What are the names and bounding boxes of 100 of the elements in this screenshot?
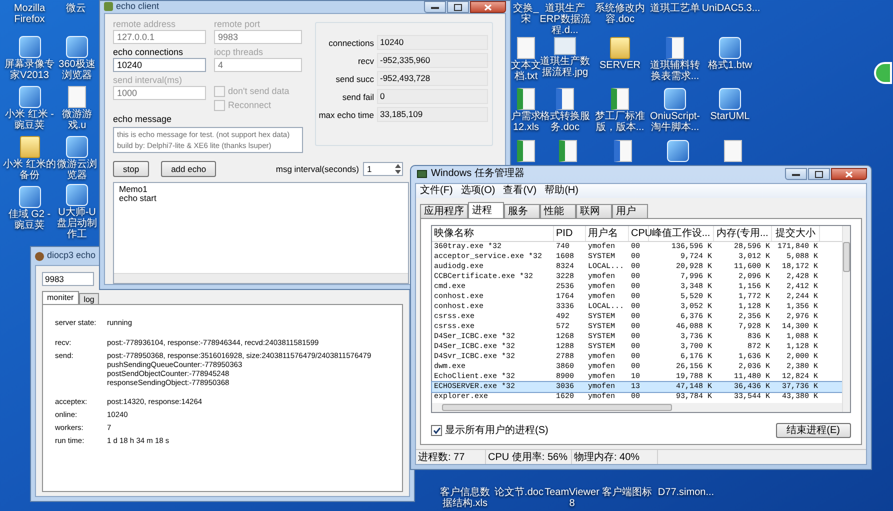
menu-item[interactable]: 文件(F) <box>420 185 453 197</box>
menu-item[interactable]: 查看(V) <box>503 185 537 197</box>
status-text: 物理内存: 40% <box>572 450 658 464</box>
spreadsheet-icon[interactable] <box>559 140 577 162</box>
column-header[interactable]: 内存(专用... <box>714 226 772 241</box>
scrollbar-thumb[interactable] <box>442 404 672 411</box>
desktop-icon-label[interactable]: 道琪工艺单 <box>650 3 700 14</box>
desktop-icon-label[interactable]: 微游游戏.u <box>57 109 97 131</box>
desktop-icon-label[interactable]: 微云 <box>66 3 86 14</box>
minimize-button[interactable] <box>785 168 807 180</box>
desktop-icon-label[interactable]: 微游云浏览器 <box>57 159 97 181</box>
app-icon[interactable] <box>664 88 686 110</box>
app-icon[interactable] <box>66 184 88 206</box>
desktop-icon-label[interactable]: 论文节.doc <box>494 487 544 498</box>
tab[interactable]: moniter <box>42 291 79 304</box>
menu-item[interactable]: 选项(O) <box>460 185 496 197</box>
maximize-button[interactable] <box>447 1 469 13</box>
memo-line: Memo1 <box>119 185 148 194</box>
tab[interactable]: 进程 <box>468 202 504 218</box>
field-label: send interval(ms) <box>113 74 184 86</box>
minimize-button[interactable] <box>424 1 446 13</box>
desktop-icon-label[interactable]: 交换_宋 <box>511 3 541 25</box>
status-text: 进程数: 77 <box>416 450 486 464</box>
desktop-icon-label[interactable]: SERVER <box>600 60 640 71</box>
status-text: CPU 使用率: 56% <box>486 450 572 464</box>
desktop-icon-label[interactable]: 户需求 12.xls <box>511 111 541 133</box>
app-icon[interactable] <box>18 86 40 108</box>
desktop-icon-label[interactable]: 小米 红米的备份 <box>3 159 56 181</box>
stat-value: 10240 <box>377 35 488 50</box>
tab[interactable]: 应用程序 <box>420 204 468 218</box>
action-button[interactable]: stop <box>113 161 150 177</box>
app-icon[interactable] <box>719 37 741 59</box>
app-icon[interactable] <box>66 136 88 158</box>
column-header[interactable]: PID <box>554 226 586 241</box>
column-header[interactable]: 提交大小 <box>772 226 820 241</box>
column-header[interactable]: 用户名 <box>586 226 629 241</box>
close-icon <box>845 170 853 178</box>
document-icon[interactable] <box>614 140 632 162</box>
desktop-icon-label[interactable]: StarUML <box>710 111 750 122</box>
desktop-icon-label[interactable]: OniuScript-淘牛脚本... <box>648 111 702 133</box>
tab[interactable]: 性能 <box>540 204 576 218</box>
desktop-icon-label[interactable]: D77.simon... <box>658 487 714 498</box>
horizontal-scrollbar[interactable] <box>114 273 408 283</box>
column-header[interactable]: 映像名称 <box>432 226 554 241</box>
column-header[interactable]: CPU <box>629 226 649 241</box>
vertical-scrollbar[interactable] <box>842 226 850 412</box>
checkbox[interactable] <box>431 425 442 436</box>
tab[interactable]: 联网 <box>576 204 612 218</box>
action-button[interactable]: add echo <box>161 161 216 177</box>
app-icon[interactable] <box>18 36 40 58</box>
memo-area[interactable]: Memo1 echo start <box>113 182 409 284</box>
stat-label: send succ <box>334 72 374 86</box>
input-field[interactable]: 10240 <box>113 58 206 72</box>
menu-item[interactable]: 帮助(H) <box>544 185 578 197</box>
spreadsheet-icon[interactable] <box>517 140 535 162</box>
floating-widget-icon[interactable] <box>874 62 892 84</box>
field-label: echo connections <box>113 46 184 58</box>
desktop-icon-label[interactable]: 屏幕录像专家V2013 <box>3 59 56 81</box>
checkbox-label[interactable]: 显示所有用户的进程(S) <box>445 423 548 438</box>
desktop-icon-label[interactable]: 佳域 G2 - 豌豆荚 <box>3 209 56 231</box>
spreadsheet-icon[interactable] <box>517 88 535 110</box>
desktop-icon-label[interactable]: 道琪辅料转换表需求... <box>648 60 702 82</box>
maximize-icon <box>454 4 462 10</box>
port-field[interactable]: 9983 <box>42 272 94 286</box>
desktop-icon-label[interactable]: Mozilla Firefox <box>3 3 56 25</box>
end-process-button[interactable]: 结束进程(E) <box>776 423 851 438</box>
desktop-icon-label[interactable]: 小米 红米 - 豌豆荚 <box>3 109 56 131</box>
app-icon[interactable] <box>719 88 741 110</box>
desktop-icon-label[interactable]: UniDAC5.3... <box>702 3 760 14</box>
desktop-icon-label[interactable]: TeamViewer 8 <box>544 487 600 509</box>
tab[interactable]: 用户 <box>612 204 648 218</box>
spreadsheet-icon[interactable] <box>611 88 629 110</box>
field-label: remote port <box>214 18 262 30</box>
desktop-icon-label[interactable]: 格式1.btw <box>708 60 752 71</box>
horizontal-scrollbar[interactable] <box>432 403 842 412</box>
app-icon[interactable] <box>18 186 40 208</box>
desktop-icon-label[interactable]: 梦工厂标准版，版本... <box>593 111 647 133</box>
minimize-icon <box>431 6 439 8</box>
document-icon[interactable] <box>556 88 574 110</box>
spin-field[interactable]: 1 <box>363 162 403 176</box>
folder-icon[interactable] <box>20 136 40 158</box>
close-button[interactable] <box>470 1 506 13</box>
app-icon[interactable] <box>667 140 689 162</box>
app-icon[interactable] <box>66 36 88 58</box>
desktop-icon-label[interactable]: 道琪生产ERP数据流程.d... <box>538 3 592 36</box>
desktop-icon-label[interactable]: 客户信息数据结构.xls <box>436 487 494 509</box>
desktop-icon-label[interactable]: 360极速浏览器 <box>57 59 97 81</box>
desktop-icon-label[interactable]: 客户端图标 <box>602 487 652 498</box>
tab[interactable]: log <box>78 293 100 304</box>
maximize-button[interactable] <box>808 168 830 180</box>
minimize-icon <box>792 172 800 176</box>
desktop-icon-label[interactable]: 系统修改内容.doc <box>593 3 647 25</box>
checkmark-icon <box>432 427 440 434</box>
close-button[interactable] <box>831 168 867 180</box>
tab[interactable]: 服务 <box>504 204 540 218</box>
scrollbar-thumb[interactable] <box>843 242 850 272</box>
document-icon[interactable] <box>666 37 684 59</box>
desktop-icon-label[interactable]: 文本文档.txt <box>511 60 541 82</box>
desktop-icon-label[interactable]: U大师-U盘启动制作工 <box>57 207 97 240</box>
spinner-arrows-icon[interactable] <box>394 163 402 175</box>
